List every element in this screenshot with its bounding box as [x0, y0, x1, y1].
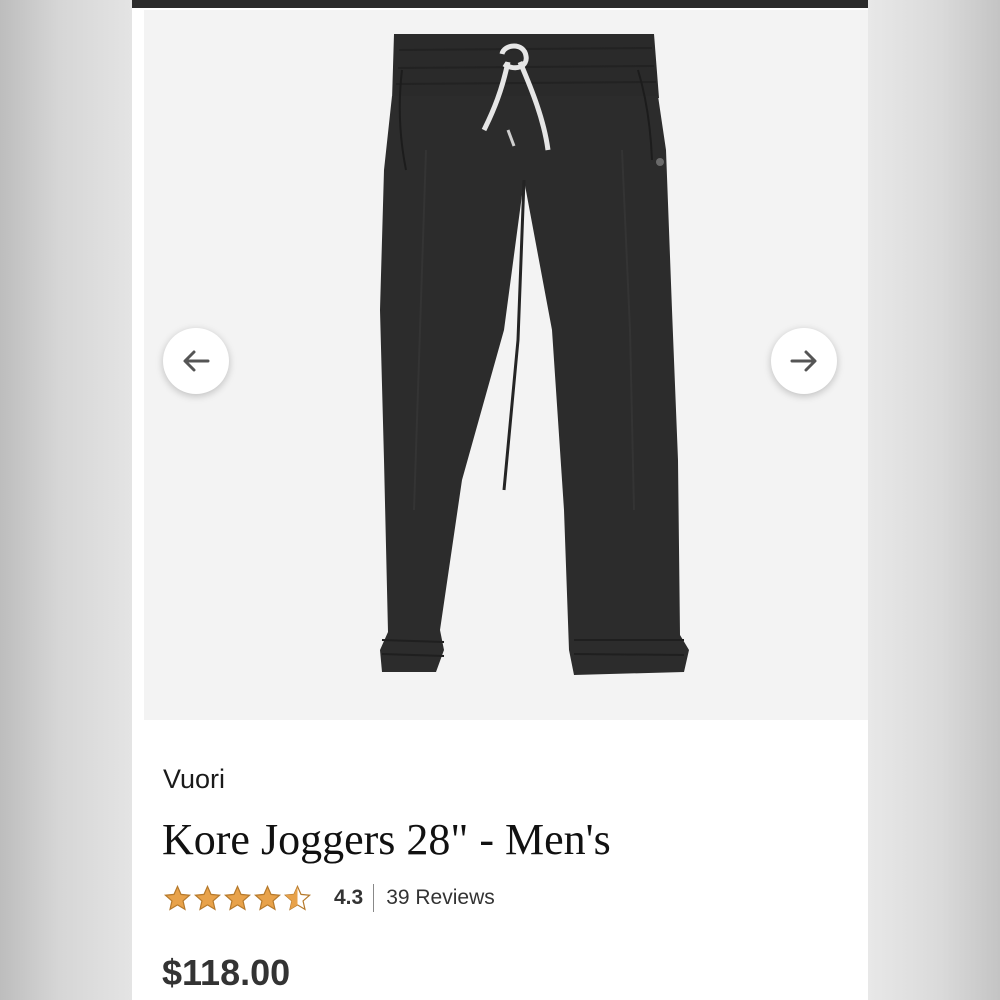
- reviews-link[interactable]: 39 Reviews: [386, 886, 495, 910]
- divider: [373, 884, 375, 912]
- next-image-button[interactable]: [771, 328, 837, 394]
- star-half-icon: [283, 884, 312, 911]
- rating-value: 4.3: [334, 886, 364, 909]
- previous-image-button[interactable]: [163, 328, 229, 394]
- product-image: [380, 34, 689, 675]
- top-bar: [132, 0, 868, 8]
- product-price: $118.00: [162, 952, 291, 993]
- star-full-icon: [253, 884, 282, 911]
- background-right: [868, 0, 1000, 1000]
- arrow-left-icon: [183, 350, 210, 372]
- arrow-right-icon: [790, 350, 817, 372]
- rating-row: 4.3 39 Reviews: [163, 882, 495, 914]
- product-title: Kore Joggers 28" - Men's: [162, 815, 611, 864]
- image-gallery[interactable]: [144, 10, 868, 720]
- star-full-icon: [163, 884, 192, 911]
- brand-name[interactable]: Vuori: [163, 764, 225, 795]
- star-full-icon: [223, 884, 252, 911]
- star-full-icon: [193, 884, 222, 911]
- background-left: [0, 0, 132, 1000]
- product-page: Vuori Kore Joggers 28" - Men's 4.3 39 Re…: [132, 0, 868, 1000]
- star-rating: [163, 884, 312, 913]
